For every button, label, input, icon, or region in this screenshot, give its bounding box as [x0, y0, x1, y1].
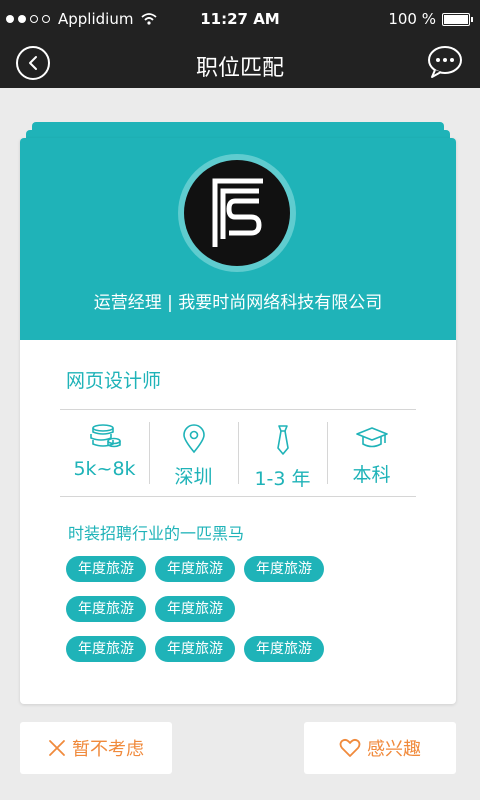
benefit-tag: 年度旅游: [155, 596, 235, 622]
tag-row: 年度旅游 年度旅游: [66, 596, 416, 622]
company-slogan: 时装招聘行业的一匹黑马: [68, 524, 245, 543]
battery-area: 100 %: [388, 10, 473, 28]
benefit-tag: 年度旅游: [244, 636, 324, 662]
skip-button[interactable]: 暂不考虑: [20, 722, 172, 774]
location-pin-icon: [182, 424, 205, 454]
nav-bar: 职位匹配: [0, 40, 480, 88]
fs-logo-icon: [212, 178, 263, 247]
interested-label: 感兴趣: [367, 739, 421, 760]
battery-icon: [442, 12, 473, 26]
benefit-tag: 年度旅游: [66, 556, 146, 582]
tag-row: 年度旅游 年度旅游 年度旅游: [66, 636, 416, 662]
benefit-tag: 年度旅游: [155, 556, 235, 582]
stat-salary: 5k~8k: [60, 422, 149, 498]
education-value: 本科: [352, 464, 391, 486]
job-card[interactable]: 运营经理 | 我要时尚网络科技有限公司 网页设计师 5k~8k 深圳 1-3 年…: [20, 138, 456, 704]
job-stats: 5k~8k 深圳 1-3 年 本科: [60, 422, 416, 498]
company-logo: [184, 160, 290, 266]
divider: [60, 409, 416, 410]
battery-percent: 100 %: [388, 10, 436, 28]
experience-value: 1-3 年: [254, 468, 311, 490]
coins-icon: [89, 424, 121, 448]
close-icon: [49, 740, 65, 756]
necktie-icon: [276, 425, 289, 455]
interested-button[interactable]: 感兴趣: [304, 722, 456, 774]
tag-row: 年度旅游 年度旅游 年度旅游: [66, 556, 416, 582]
benefit-tag: 年度旅游: [66, 636, 146, 662]
stat-city: 深圳: [149, 422, 238, 498]
graduation-cap-icon: [355, 427, 388, 448]
benefit-tag: 年度旅游: [244, 556, 324, 582]
benefit-tag: 年度旅游: [155, 636, 235, 662]
card-header: 运营经理 | 我要时尚网络科技有限公司: [20, 138, 456, 340]
job-title: 网页设计师: [66, 370, 162, 392]
stat-education: 本科: [327, 422, 416, 498]
stat-experience: 1-3 年: [238, 422, 327, 498]
skip-label: 暂不考虑: [72, 739, 144, 760]
heart-icon: [339, 738, 361, 757]
divider: [60, 496, 416, 497]
benefit-tags: 年度旅游 年度旅游 年度旅游 年度旅游 年度旅游 年度旅游 年度旅游 年度旅游: [66, 556, 416, 676]
page-title: 职位匹配: [195, 56, 284, 81]
company-logo-ring: [178, 154, 296, 272]
benefit-tag: 年度旅游: [66, 596, 146, 622]
company-line: 运营经理 | 我要时尚网络科技有限公司: [93, 293, 383, 313]
salary-value: 5k~8k: [73, 458, 136, 480]
city-value: 深圳: [174, 466, 213, 488]
status-bar: Applidium 11:27 AM 100 %: [0, 0, 480, 40]
chat-icon[interactable]: [426, 44, 464, 80]
